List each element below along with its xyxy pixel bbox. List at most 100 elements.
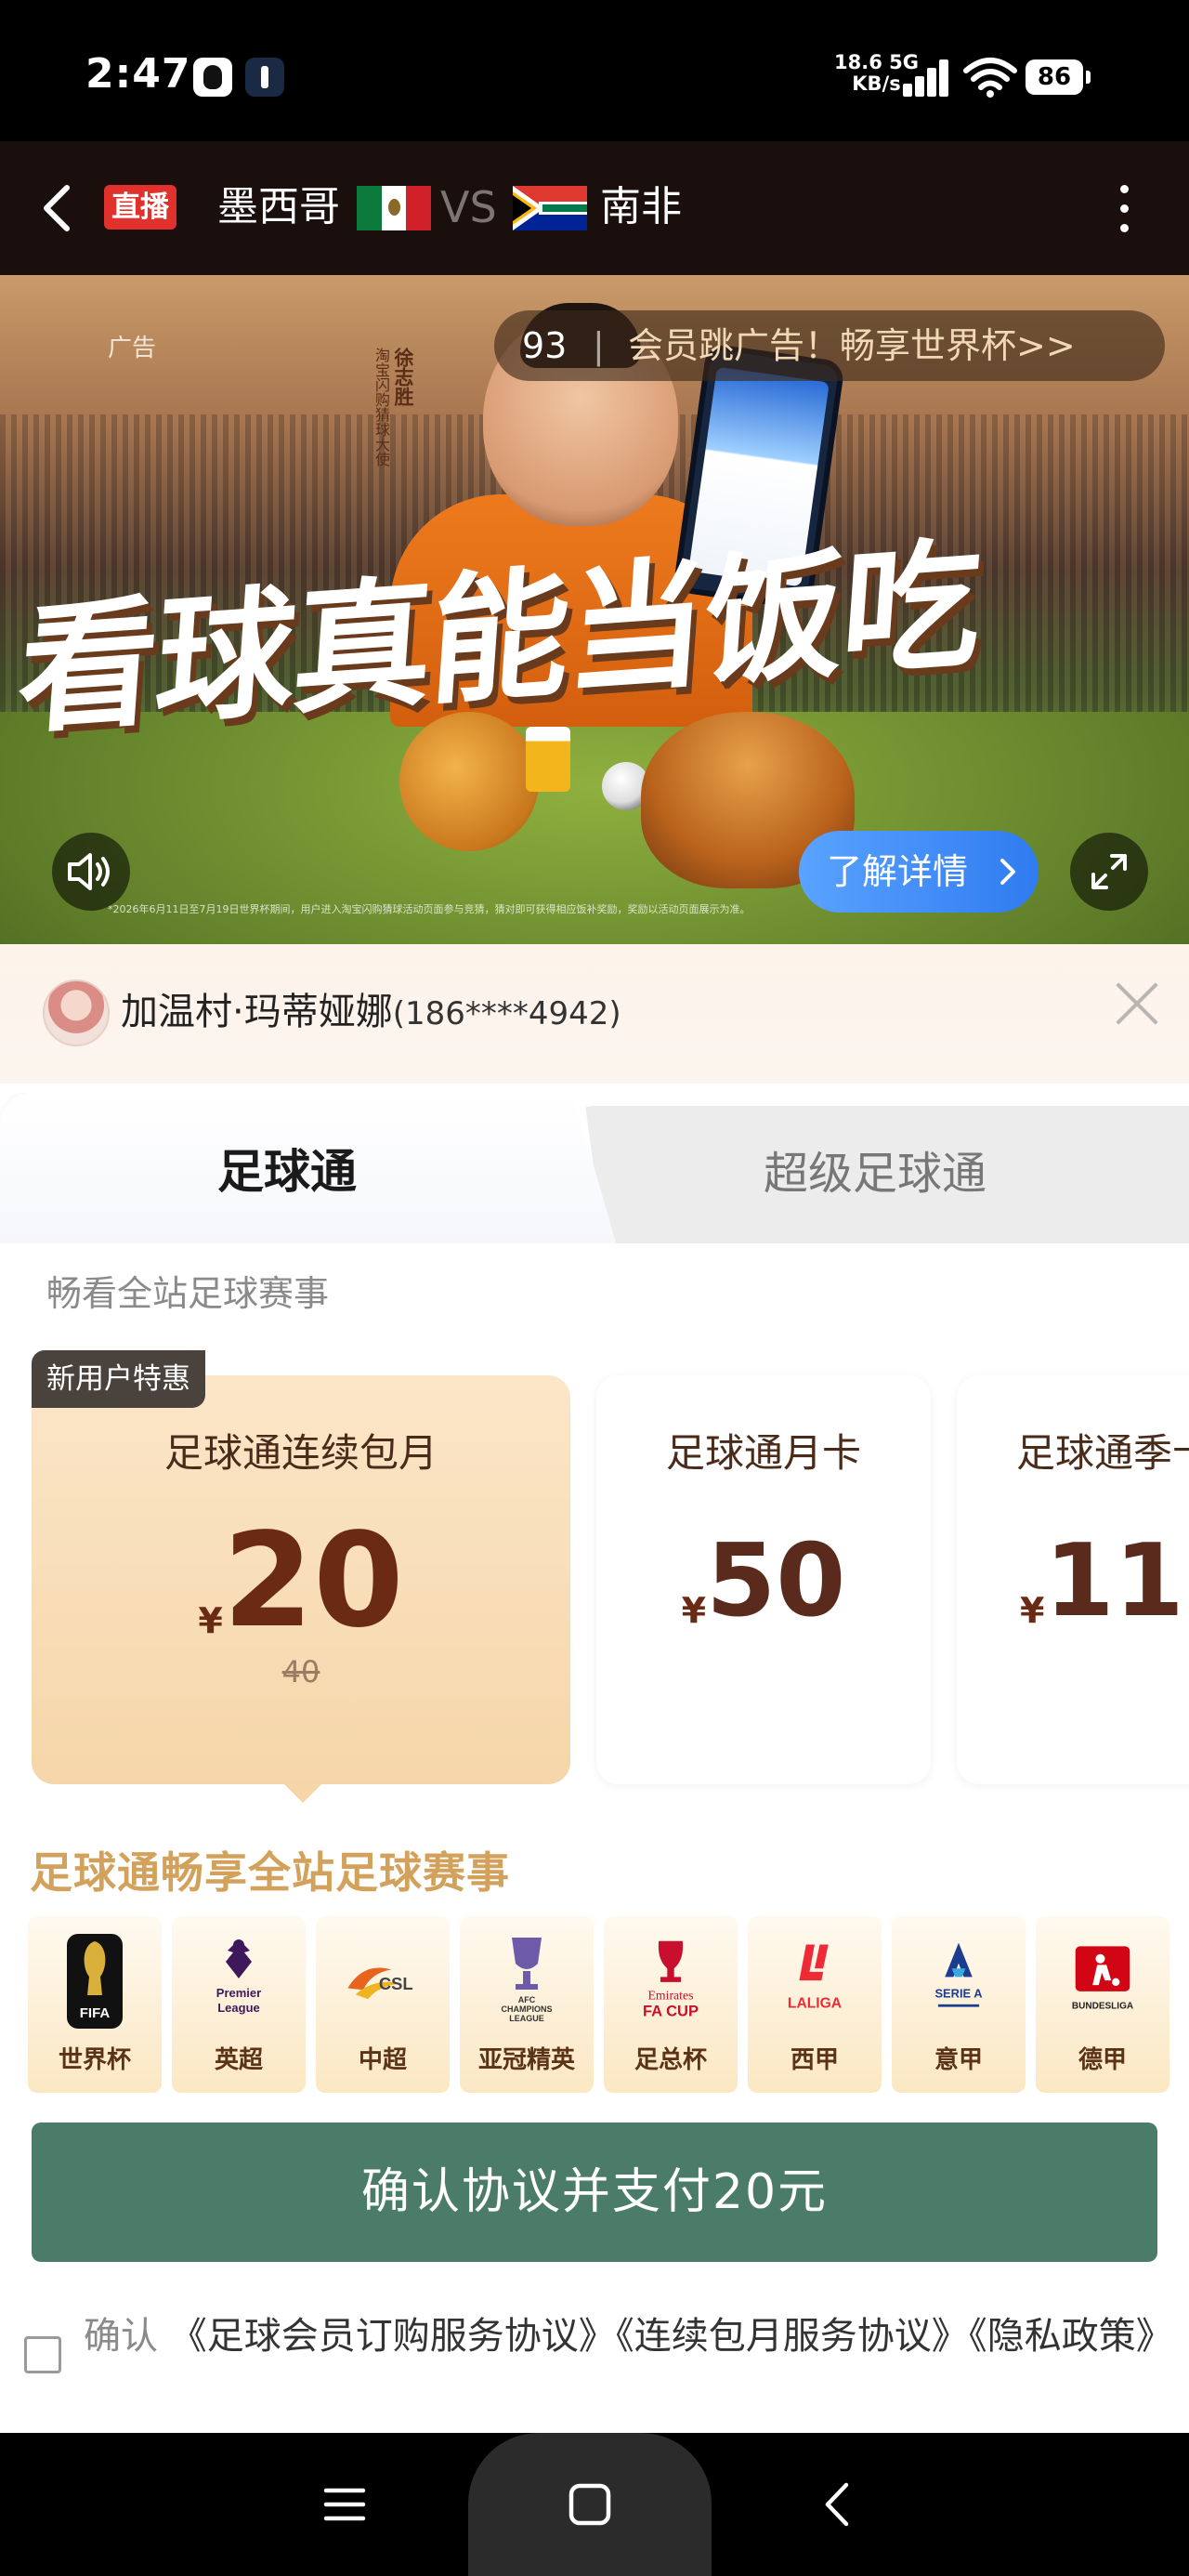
- laliga-logo-icon: LALIGA: [772, 1929, 857, 2033]
- home-square-icon: [568, 2483, 611, 2526]
- plan-card-quarterly[interactable]: 足球通季卡 ¥118: [957, 1375, 1189, 1784]
- qq-icon: [193, 58, 232, 97]
- plan-name: 足球通季卡: [1016, 1430, 1189, 1476]
- agreement-link-subscription[interactable]: 《足球会员订购服务协议》: [170, 2315, 616, 2358]
- beer-graphic: [526, 727, 570, 792]
- match-header: 直播 墨西哥 VS 南非: [0, 141, 1189, 275]
- system-back-button[interactable]: [797, 2464, 877, 2544]
- plan-price: ¥118: [1020, 1517, 1189, 1676]
- agreement-link-privacy[interactable]: 《隐私政策》: [969, 2315, 1173, 2358]
- agreement-text: 确认 《足球会员订购服务协议》《连续包月服务协议》《隐私政策》: [84, 2310, 1180, 2362]
- skip-ad-button[interactable]: 93 | 会员跳广告！畅享世界杯>>: [494, 310, 1165, 381]
- home-button[interactable]: [550, 2464, 630, 2544]
- premier-league-logo-icon: Premier League: [196, 1929, 281, 2033]
- ad-banner[interactable]: 广告 徐志胜 淘宝闪购猜球大使 看球真能当饭吃 *2026年6月11日至7月19…: [0, 275, 1189, 944]
- ad-countdown: 93: [522, 325, 568, 366]
- confirm-and-pay-button[interactable]: 确认协议并支付20元: [32, 2123, 1157, 2262]
- back-button[interactable]: [24, 175, 91, 242]
- cell-signal-icon: [901, 58, 953, 97]
- bundesliga-logo-text: BUNDESLIGA: [1072, 2001, 1133, 2011]
- network-speed-value: 18.6: [834, 51, 882, 73]
- more-dot-icon: [1119, 223, 1129, 232]
- svg-text:Premier: Premier: [216, 1986, 261, 2000]
- svg-text:CHAMPIONS: CHAMPIONS: [501, 2004, 552, 2014]
- price-value: 50: [706, 1523, 846, 1639]
- system-navigation-bar: [0, 2433, 1189, 2576]
- close-icon[interactable]: [1107, 974, 1167, 1033]
- user-account: 加温村·玛蒂娅娜(186****4942): [121, 981, 621, 1045]
- price-value: 118: [1044, 1523, 1189, 1639]
- league-label: 中超: [358, 2046, 407, 2074]
- volume-button[interactable]: [52, 833, 130, 911]
- currency-symbol: ¥: [1020, 1590, 1045, 1632]
- vs-label: VS: [440, 182, 497, 232]
- league-item: AFC CHAMPIONS LEAGUE 亚冠精英: [460, 1916, 594, 2093]
- countdown-separator: |: [593, 325, 605, 366]
- world-cup-logo-icon: FIFA: [52, 1929, 137, 2033]
- svg-text:Emirates: Emirates: [647, 1988, 693, 2002]
- expand-icon: [1091, 854, 1127, 889]
- original-price: 40: [281, 1654, 320, 1689]
- world-cup-logo-text: FIFA: [80, 2005, 111, 2021]
- ambassador-name: 徐志胜: [392, 348, 414, 406]
- skip-ad-message: 会员跳广告！畅享世界杯>>: [628, 325, 1076, 366]
- team-home-name: 墨西哥: [217, 183, 340, 230]
- fried-chicken-graphic: [399, 712, 539, 851]
- serie-a-logo-icon: SERIE A: [916, 1929, 1001, 2033]
- league-item: FIFA 世界杯: [28, 1916, 162, 2093]
- back-triangle-icon: [825, 2482, 849, 2527]
- menu-button[interactable]: [305, 2464, 385, 2544]
- menu-icon: [323, 2488, 366, 2521]
- agreement-checkbox[interactable]: [24, 2336, 61, 2373]
- ad-tag: 广告: [108, 335, 157, 362]
- taobao-icon: [245, 58, 284, 97]
- plan-name: 足球通月卡: [665, 1430, 861, 1476]
- chevron-left-icon: [44, 185, 70, 231]
- currency-symbol: ¥: [198, 1600, 223, 1642]
- plan-card-monthly[interactable]: 足球通月卡 ¥50: [596, 1375, 931, 1784]
- afc-champions-league-logo-icon: AFC CHAMPIONS LEAGUE: [484, 1929, 569, 2033]
- csl-logo-icon: CSL: [340, 1929, 425, 2033]
- tab-super-football-pass-label[interactable]: 超级足球通: [764, 1143, 986, 1204]
- more-options-button[interactable]: [1102, 173, 1146, 243]
- svg-text:FA CUP: FA CUP: [643, 2003, 699, 2020]
- serie-a-logo-text: SERIE A: [934, 1986, 982, 2000]
- user-info-row: 加温村·玛蒂娅娜(186****4942): [0, 944, 1189, 1084]
- live-badge: 直播: [104, 185, 176, 230]
- learn-more-label: 了解详情: [827, 851, 969, 892]
- plan-price: ¥50: [596, 1517, 931, 1676]
- league-item: Premier League 英超: [172, 1916, 306, 2093]
- league-item: BUNDESLIGA 德甲: [1036, 1916, 1169, 2093]
- new-user-badge: 新用户特惠: [32, 1350, 205, 1408]
- laliga-logo-text: LALIGA: [788, 1996, 842, 2012]
- more-dot-icon: [1119, 184, 1129, 193]
- currency-symbol: ¥: [681, 1590, 707, 1632]
- status-time: 2:47: [85, 50, 191, 98]
- agreement-prefix: 确认: [84, 2315, 158, 2358]
- league-label: 世界杯: [58, 2046, 131, 2074]
- league-item: Emirates FA CUP 足总杯: [604, 1916, 738, 2093]
- membership-purchase-sheet: 加温村·玛蒂娅娜(186****4942) 超级足球通 足球通 畅看全站足球赛事…: [0, 944, 1189, 2433]
- leagues-section-title: 足球通畅享全站足球赛事: [30, 1847, 510, 1898]
- plan-card-monthly-auto[interactable]: 足球通连续包月 ¥20 40: [32, 1375, 570, 1803]
- tab-football-pass-label[interactable]: 足球通: [217, 1141, 357, 1203]
- csl-logo-text: CSL: [379, 1974, 413, 1993]
- bundesliga-logo-icon: BUNDESLIGA: [1060, 1929, 1145, 2033]
- user-phone: (186****4942): [392, 995, 621, 1032]
- more-dot-icon: [1119, 204, 1129, 213]
- membership-tabs: 超级足球通 足球通: [0, 1080, 1189, 1243]
- mexico-flag-icon: [357, 186, 431, 230]
- chevron-right-icon: [998, 831, 1018, 941]
- agreement-link-auto-renew[interactable]: 《连续包月服务协议》: [616, 2315, 969, 2358]
- speaker-icon: [68, 853, 110, 890]
- fa-cup-logo-icon: Emirates FA CUP: [628, 1929, 713, 2033]
- league-item: CSL 中超: [316, 1916, 450, 2093]
- team-away-name: 南非: [600, 183, 682, 230]
- avatar: [43, 979, 110, 1046]
- ambassador-title: 淘宝闪购猜球大使: [372, 348, 390, 467]
- status-bar: 2:47 18.6 5G KB/s 86: [0, 0, 1189, 141]
- league-label: 亚冠精英: [477, 2046, 575, 2074]
- league-item: LALIGA 西甲: [748, 1916, 882, 2093]
- learn-more-button[interactable]: 了解详情: [799, 831, 1039, 913]
- fullscreen-button[interactable]: [1070, 833, 1148, 911]
